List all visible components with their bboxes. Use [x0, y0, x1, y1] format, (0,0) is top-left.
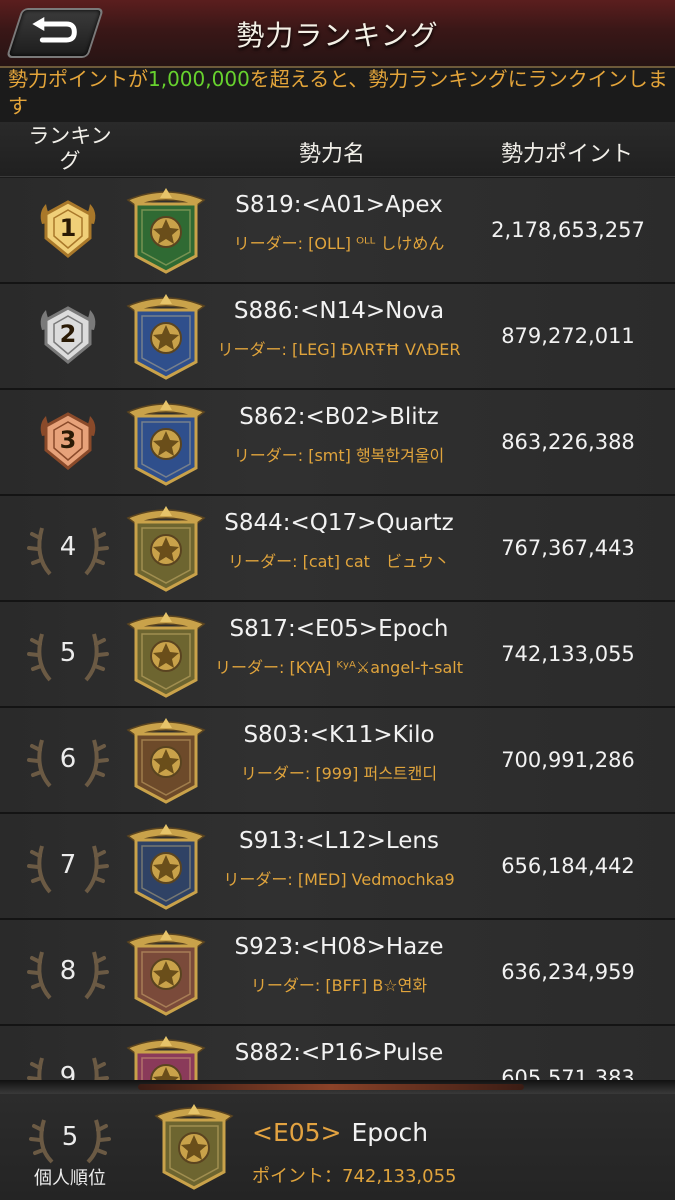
my-rank-badge: 5: [22, 1106, 118, 1170]
my-alliance-points: ポイント：742,133,055: [252, 1166, 457, 1187]
alliance-emblem-icon: [118, 1034, 214, 1082]
rank-medal-icon: 3: [22, 408, 114, 476]
rank-laurel-badge: 8: [22, 938, 114, 1006]
alliance-name: S923:<H08>Haze: [234, 934, 444, 960]
rank-column-header: ランキング: [28, 124, 112, 173]
rank-laurel-badge: 4: [22, 514, 114, 582]
alliance-emblem-icon: [118, 716, 214, 806]
alliance-leader: リーダー: [BFF] B☆연화: [250, 976, 428, 995]
alliance-name: S886:<N14>Nova: [233, 298, 445, 324]
column-headers: ランキング 勢力名 勢力ポイント: [0, 122, 675, 177]
alliance-emblem-icon: [118, 610, 214, 700]
my-rank-number: 5: [61, 1122, 79, 1152]
footer-divider: [0, 1080, 675, 1094]
alliance-emblem-icon: [118, 928, 214, 1018]
alliance-leader: リーダー: [smt] 행복한겨울이: [233, 446, 445, 465]
ranking-row[interactable]: 8 S923:<H08>Haze リーダー: [BFF] B☆연화 636,234,9…: [0, 920, 675, 1026]
alliance-points: 656,184,442: [501, 854, 635, 878]
alliance-emblem-icon: [118, 398, 214, 488]
alliance-points: 700,991,286: [501, 748, 635, 772]
alliance-name: S862:<B02>Blitz: [239, 404, 439, 430]
alliance-points: 742,133,055: [501, 642, 635, 666]
ranking-row[interactable]: 4 S844:<Q17>Quartz リーダー: [cat] cat ビュウ丶 767…: [0, 496, 675, 602]
rank-laurel-badge: 6: [22, 726, 114, 794]
my-alliance-emblem-icon: [146, 1102, 242, 1192]
rank-laurel-badge: 9: [22, 1044, 114, 1082]
alliance-emblem-icon: [118, 504, 214, 594]
ranking-row[interactable]: 7 S913:<L12>Lens リーダー: [MED] Vedmochka9 656…: [0, 814, 675, 920]
header-bar: 勢力ランキング: [0, 0, 675, 68]
ranking-row[interactable]: 2 S886:<N14>Nova リーダー: [LEG] ĐΛRŦĦ VΛĐER 87…: [0, 284, 675, 390]
alliance-emblem-icon: [118, 186, 214, 276]
alliance-emblem-icon: [118, 292, 214, 382]
points-column-header: 勢力ポイント: [500, 142, 633, 167]
alliance-name: S803:<K11>Kilo: [243, 722, 435, 748]
rank-laurel-badge: 5: [22, 620, 114, 688]
ranking-row[interactable]: 6 S803:<K11>Kilo リーダー: [999] 퍼스트캔디 700,991,…: [0, 708, 675, 814]
threshold-value: 1,000,000: [148, 67, 250, 91]
rank-medal-icon: 1: [22, 196, 114, 264]
page-title: 勢力ランキング: [236, 19, 439, 52]
my-alliance-name: <E05> Epoch: [252, 1118, 429, 1147]
ranking-list[interactable]: 1 S819:<A01>Apex リーダー: [OLL] ᴼᴸᴸ しけめん 2,178…: [0, 178, 675, 1082]
alliance-leader: リーダー: [MED] Vedmochka9: [223, 870, 455, 889]
rank-number: 3: [59, 426, 77, 454]
alliance-leader: リーダー: [999] 퍼스트캔디: [240, 764, 438, 783]
alliance-points: 863,226,388: [501, 430, 635, 454]
alliance-points: 2,178,653,257: [491, 218, 645, 242]
rank-number: 2: [59, 320, 77, 348]
alliance-name: S913:<L12>Lens: [239, 828, 439, 854]
alliance-points: 767,367,443: [501, 536, 635, 560]
ranking-row[interactable]: 1 S819:<A01>Apex リーダー: [OLL] ᴼᴸᴸ しけめん 2,178…: [0, 178, 675, 284]
rank-number: 7: [59, 850, 77, 880]
rank-number: 4: [59, 532, 77, 562]
rank-number: 8: [59, 956, 77, 986]
alliance-leader: リーダー: [cat] cat ビュウ丶: [228, 552, 450, 571]
ranking-row[interactable]: 5 S817:<E05>Epoch リーダー: [KYA] ᴷʸᴬ⚔angel-†-…: [0, 602, 675, 708]
ranking-notice: 勢力ポイントが1,000,000を超えると、勢力ランキングにランクインします: [8, 67, 668, 118]
my-alliance-footer[interactable]: 5 個人順位 <E05> Epoch ポイント：742,133,055: [0, 1094, 675, 1200]
alliance-emblem-icon: [118, 822, 214, 912]
rank-medal-icon: 2: [22, 302, 114, 370]
ranking-row[interactable]: 9 S882:<P16>Pulse 605,571,383: [0, 1026, 675, 1082]
alliance-name: S882:<P16>Pulse: [234, 1040, 444, 1066]
alliance-points: 879,272,011: [501, 324, 635, 348]
rank-number: 5: [59, 638, 77, 668]
alliance-leader: リーダー: [OLL] ᴼᴸᴸ しけめん: [233, 234, 445, 253]
alliance-leader: リーダー: [LEG] ĐΛRŦĦ VΛĐER: [217, 340, 461, 359]
alliance-name: S817:<E05>Epoch: [229, 616, 449, 642]
alliance-leader: リーダー: [KYA] ᴷʸᴬ⚔angel-†-salt: [214, 658, 464, 677]
alliance-name: S819:<A01>Apex: [235, 192, 443, 218]
rank-number: 1: [59, 214, 77, 242]
name-column-header: 勢力名: [298, 142, 365, 167]
ranking-row[interactable]: 3 S862:<B02>Blitz リーダー: [smt] 행복한겨울이 863,22…: [0, 390, 675, 496]
rank-number: 9: [59, 1062, 77, 1082]
rank-number: 6: [59, 744, 77, 774]
alliance-points: 636,234,959: [501, 960, 635, 984]
rank-laurel-badge: 7: [22, 832, 114, 900]
my-rank-caption: 個人順位: [34, 1168, 106, 1189]
alliance-name: S844:<Q17>Quartz: [224, 510, 454, 536]
